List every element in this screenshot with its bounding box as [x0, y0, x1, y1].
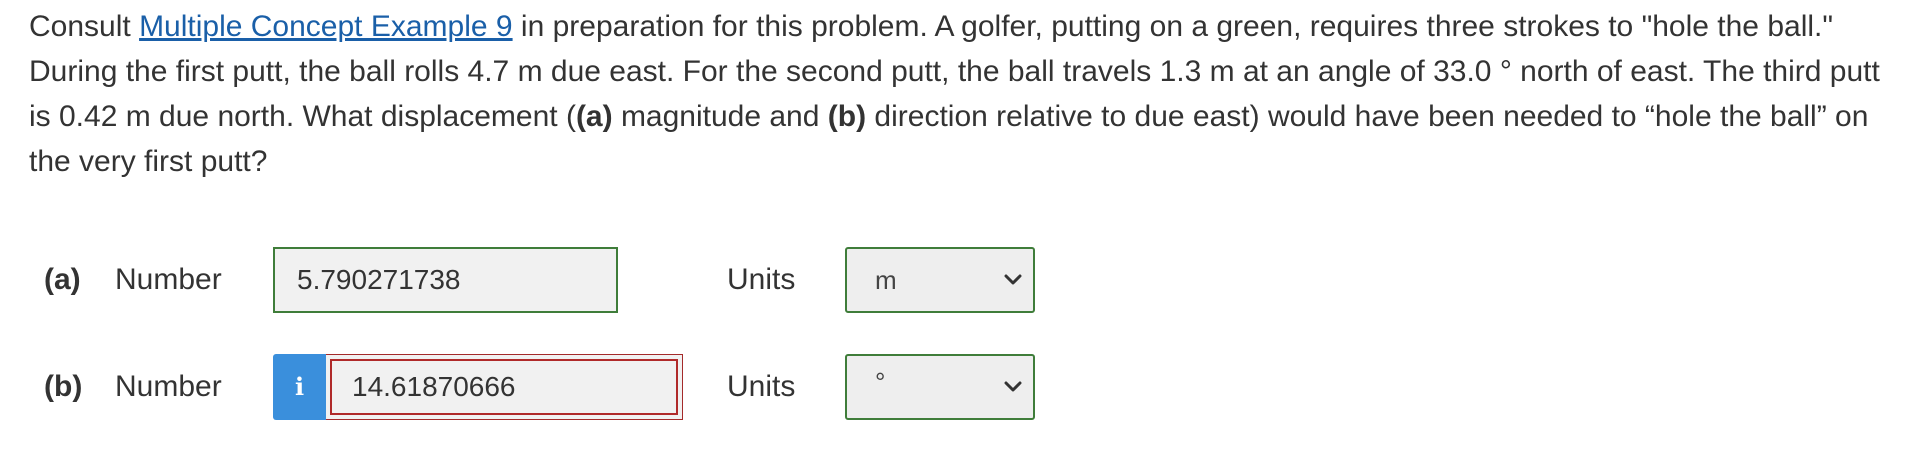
answer-row-a: (a) Number 5.790271738 Units m	[0, 247, 1910, 313]
question-text: Consult Multiple Concept Example 9 in pr…	[29, 4, 1909, 184]
part-b-reference: (b)	[827, 100, 867, 133]
part-b-label: (b)	[44, 370, 83, 403]
part-b-units-value: °	[875, 367, 886, 397]
question-text-part-2: magnitude and	[612, 100, 828, 133]
part-a-number-input[interactable]: 5.790271738	[273, 247, 618, 313]
chevron-down-icon	[1004, 381, 1022, 392]
info-icon: i	[294, 372, 305, 401]
question-intro: Consult	[29, 10, 140, 43]
part-a-units-select[interactable]: m	[845, 247, 1035, 313]
chevron-down-icon	[1004, 274, 1022, 285]
info-button[interactable]: i	[273, 354, 326, 420]
part-a-units-value: m	[875, 265, 897, 295]
part-a-reference: (a)	[575, 100, 613, 133]
answer-row-b: (b) Number i 14.61870666 Units °	[0, 354, 1910, 420]
part-b-number-label: Number	[115, 370, 222, 403]
part-a-label: (a)	[44, 263, 81, 296]
part-b-units-label: Units	[727, 370, 796, 403]
part-b-number-input-wrapper: 14.61870666	[326, 354, 683, 420]
part-a-units-label: Units	[727, 263, 796, 296]
part-b-number-input[interactable]: 14.61870666	[330, 359, 678, 415]
part-b-units-select[interactable]: °	[845, 354, 1035, 420]
multiple-concept-example-link[interactable]: Multiple Concept Example 9	[139, 10, 513, 43]
part-a-number-label: Number	[115, 263, 222, 296]
